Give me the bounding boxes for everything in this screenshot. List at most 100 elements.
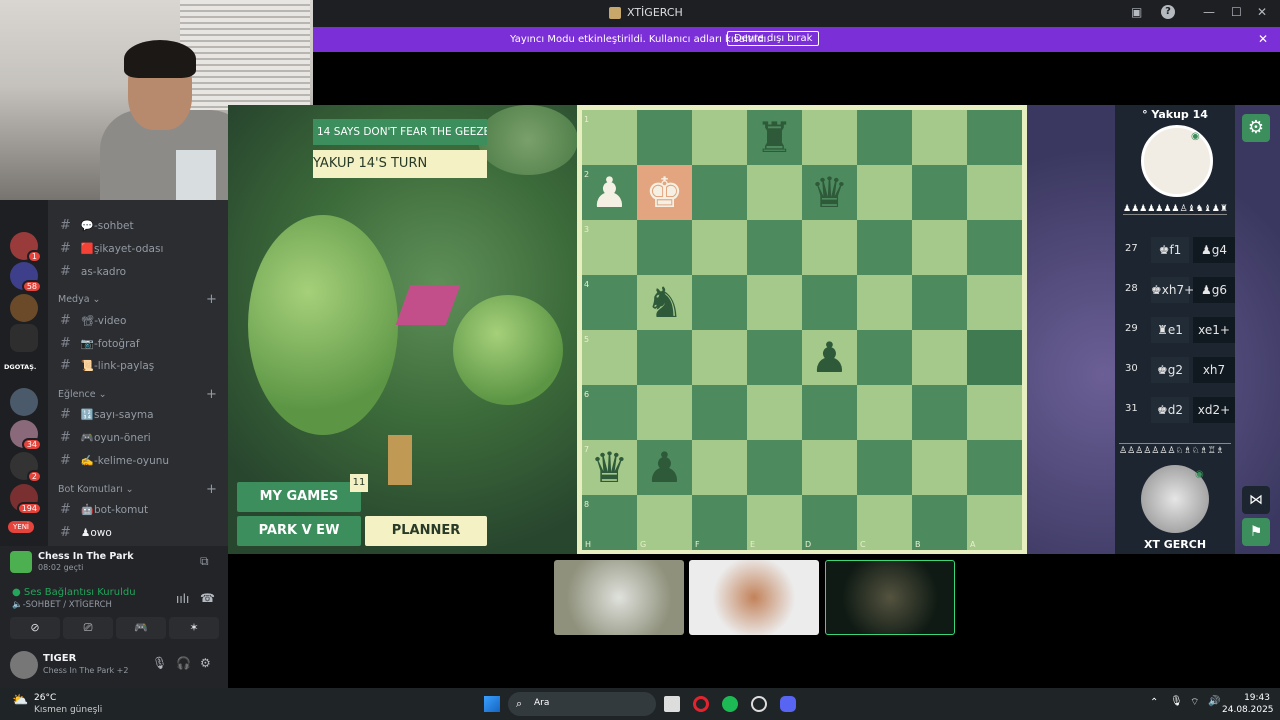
white-move[interactable]: ♜e1 <box>1151 317 1189 343</box>
channel-item[interactable]: # 📜-link-paylaş <box>60 358 154 373</box>
board-square[interactable] <box>582 385 637 440</box>
board-square[interactable] <box>692 275 747 330</box>
board-square[interactable] <box>747 495 802 550</box>
channel-item[interactable]: # 📽-video <box>60 313 126 328</box>
board-square[interactable] <box>912 220 967 275</box>
board-square[interactable] <box>802 275 857 330</box>
camera-off-button[interactable]: ⊘ <box>10 617 60 639</box>
black-move[interactable]: xh7 <box>1193 357 1235 383</box>
activity-button[interactable]: 🎮 <box>116 617 166 639</box>
windows-start-icon[interactable] <box>484 696 500 712</box>
black-move[interactable]: ♟g6 <box>1193 277 1235 303</box>
app-icon[interactable] <box>751 696 767 712</box>
maximize-button[interactable]: ☐ <box>1231 5 1242 19</box>
chess-piece[interactable]: ♛ <box>802 165 857 220</box>
board-square[interactable] <box>967 330 1022 385</box>
board-square[interactable] <box>747 385 802 440</box>
board-square[interactable] <box>857 165 912 220</box>
park-view-button[interactable]: PARK V EW <box>237 516 361 546</box>
black-move[interactable]: ♟g4 <box>1193 237 1235 263</box>
board-square[interactable] <box>912 440 967 495</box>
close-button[interactable]: ✕ <box>1257 5 1267 19</box>
chess-piece[interactable]: ♛ <box>582 440 637 495</box>
avatar[interactable] <box>10 651 38 679</box>
stream-thumbnail-tiger[interactable] <box>554 560 684 635</box>
wifi-icon[interactable]: ⌔ <box>1190 696 1199 709</box>
channel-item[interactable]: # ✍️-kelime-oyunu <box>60 453 169 468</box>
board-square[interactable] <box>692 385 747 440</box>
inbox-icon[interactable]: ▣ <box>1131 5 1142 19</box>
board-square[interactable] <box>857 275 912 330</box>
white-move[interactable]: ♚f1 <box>1151 237 1189 263</box>
white-move[interactable]: ♚xh7+ <box>1151 277 1194 303</box>
server-icon[interactable]: 34 <box>10 420 42 451</box>
board-square[interactable] <box>582 275 637 330</box>
top-player-avatar[interactable] <box>1141 125 1213 197</box>
board-square[interactable] <box>912 330 967 385</box>
opera-icon[interactable] <box>693 696 709 712</box>
category-media[interactable]: Medya ⌄ + <box>58 292 217 307</box>
channel-item[interactable]: # 📷-fotoğraf <box>60 336 140 351</box>
server-icon[interactable]: 194 <box>10 484 42 515</box>
activity-settings-icon[interactable]: ⧉ <box>200 554 209 569</box>
mic-icon[interactable]: 🎙 <box>152 656 167 670</box>
board-square[interactable] <box>857 220 912 275</box>
chevron-up-icon[interactable]: ⌃ <box>1150 697 1158 708</box>
board-square[interactable] <box>967 385 1022 440</box>
white-move[interactable]: ♚d2 <box>1151 397 1189 423</box>
clock-date[interactable]: 24.08.2025 <box>1222 705 1274 715</box>
board-square[interactable] <box>857 385 912 440</box>
gear-icon[interactable]: ⚙ <box>1242 114 1270 142</box>
file-explorer-icon[interactable] <box>664 696 680 712</box>
board-square[interactable] <box>582 110 637 165</box>
category-bot[interactable]: Bot Komutları ⌄ + <box>58 482 217 497</box>
clock-time[interactable]: 19:43 <box>1230 693 1270 703</box>
black-move[interactable]: xd2+ <box>1193 397 1235 423</box>
board-square[interactable] <box>637 220 692 275</box>
board-square[interactable] <box>747 165 802 220</box>
board-square[interactable] <box>582 220 637 275</box>
chess-piece[interactable]: ♟ <box>637 440 692 495</box>
spotify-icon[interactable] <box>722 696 738 712</box>
channel-item[interactable]: # 🤖bot-komut <box>60 502 148 517</box>
board-square[interactable] <box>747 275 802 330</box>
add-channel-icon[interactable]: + <box>206 482 217 497</box>
board-square[interactable] <box>967 165 1022 220</box>
board-square[interactable] <box>912 110 967 165</box>
voice-channel[interactable]: 🔈-SOHBET / XTİGERCH <box>12 600 112 610</box>
board-square[interactable] <box>802 385 857 440</box>
stream-thumbnail-player[interactable] <box>825 560 955 635</box>
board-square[interactable] <box>692 330 747 385</box>
board-square[interactable] <box>747 220 802 275</box>
my-games-button[interactable]: MY GAMES <box>237 482 361 512</box>
board-square[interactable] <box>967 275 1022 330</box>
noise-icon[interactable]: ıılı <box>176 592 189 606</box>
chess-piece[interactable]: ♜ <box>747 110 802 165</box>
board-square[interactable] <box>747 330 802 385</box>
planner-button[interactable]: PLANNER <box>365 516 487 546</box>
server-icon[interactable]: 1 <box>10 232 42 263</box>
mic-tray-icon[interactable]: 🎙 <box>1170 696 1183 707</box>
board-square[interactable] <box>802 220 857 275</box>
board-square[interactable] <box>802 440 857 495</box>
soundboard-button[interactable]: ✶ <box>169 617 219 639</box>
board-square[interactable] <box>802 110 857 165</box>
add-channel-icon[interactable]: + <box>206 387 217 402</box>
chess-board[interactable]: ♜ ♟ ♚ ♛ ♞ ♟ ♛ ♟ 1 2 3 4 5 6 7 8 H G F E D C B A <box>577 105 1027 554</box>
board-square[interactable] <box>912 385 967 440</box>
disconnect-icon[interactable]: ☎ <box>200 591 215 605</box>
minimize-button[interactable]: — <box>1203 5 1215 19</box>
disable-button[interactable]: Devre dışı bırak <box>727 31 820 46</box>
flag-icon[interactable]: ⚑ <box>1242 518 1270 546</box>
server-icon[interactable] <box>10 324 38 352</box>
board-square[interactable] <box>967 440 1022 495</box>
channel-item[interactable]: # ♟owo <box>60 525 112 540</box>
board-square[interactable] <box>857 330 912 385</box>
channel-item[interactable]: # 🟥şikayet-odası <box>60 241 163 256</box>
chess-piece[interactable]: ♟ <box>582 165 637 220</box>
board-square[interactable] <box>747 440 802 495</box>
channel-item[interactable]: # as-kadro <box>60 264 126 279</box>
board-square[interactable] <box>637 385 692 440</box>
board-square[interactable] <box>692 165 747 220</box>
white-move[interactable]: ♚g2 <box>1151 357 1189 383</box>
